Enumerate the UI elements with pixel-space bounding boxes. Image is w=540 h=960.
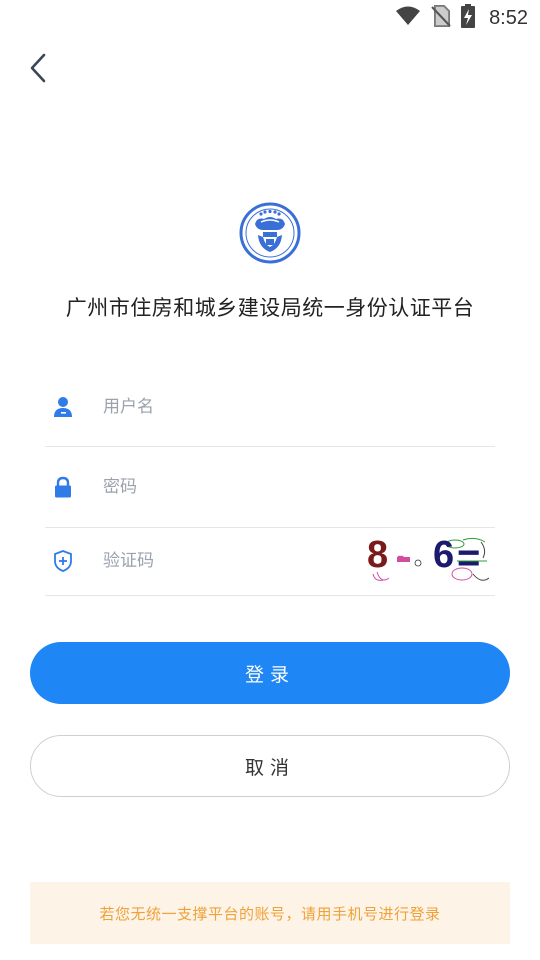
chevron-left-icon <box>28 52 48 88</box>
status-icons: 8:52 <box>395 4 528 32</box>
notice-text: 若您无统一支撑平台的账号，请用手机号进行登录 <box>99 904 441 923</box>
username-input[interactable] <box>103 391 353 423</box>
captcha-digit-first: 8 <box>367 534 388 576</box>
page-title: 广州市住房和城乡建设局统一身份认证平台 <box>65 296 475 320</box>
lock-icon <box>51 475 75 499</box>
captcha-image[interactable]: 8 - 6 = <box>363 534 490 588</box>
status-bar: 8:52 <box>0 0 540 36</box>
status-time: 8:52 <box>489 6 528 29</box>
login-button[interactable]: 登录 <box>30 642 510 704</box>
captcha-operator: - <box>397 543 404 568</box>
notice-banner: 若您无统一支撑平台的账号，请用手机号进行登录 <box>30 882 510 944</box>
captcha-equals: = <box>457 536 480 580</box>
captcha-input[interactable] <box>103 545 353 577</box>
password-row <box>45 458 495 528</box>
password-input[interactable] <box>103 471 353 503</box>
wifi-icon <box>395 6 421 30</box>
user-icon <box>51 395 75 419</box>
department-logo <box>239 202 301 264</box>
captcha-digit-second: 6 <box>433 534 454 576</box>
back-button[interactable] <box>18 50 58 90</box>
username-row <box>45 378 495 447</box>
shield-plus-icon <box>51 549 75 573</box>
no-sim-icon <box>431 5 451 31</box>
captcha-row: 8 - 6 = <box>45 530 495 596</box>
battery-charging-icon <box>461 4 476 32</box>
cancel-button[interactable]: 取消 <box>30 735 510 797</box>
